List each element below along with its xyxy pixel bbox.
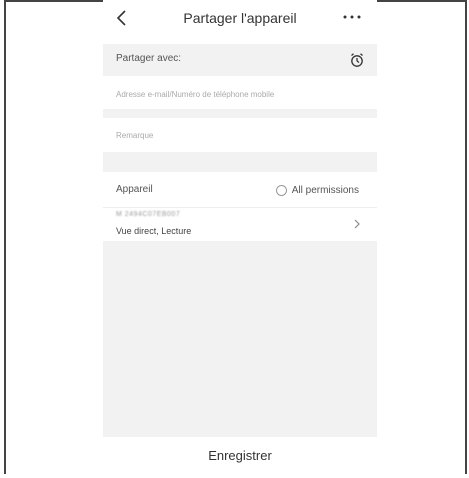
chevron-right-icon	[354, 219, 360, 229]
empty-content-area	[103, 241, 377, 437]
device-section-label: Appareil	[116, 184, 153, 195]
radio-unchecked-icon[interactable]	[275, 184, 287, 196]
note-input[interactable]	[116, 128, 356, 142]
share-with-row: Partager avec:	[103, 44, 377, 76]
device-permissions: Vue direct, Lecture	[116, 226, 192, 236]
save-button[interactable]: Enregistrer	[103, 437, 377, 474]
all-permissions-toggle[interactable]: All permissions	[275, 183, 359, 197]
email-phone-row	[103, 78, 377, 109]
timer-icon[interactable]	[349, 52, 365, 68]
device-header-row: Appareil All permissions	[103, 174, 377, 207]
more-horizontal-icon[interactable]	[341, 10, 363, 24]
section-separator	[103, 109, 377, 118]
section-separator	[103, 152, 377, 172]
device-serial: M 2494C07EB007	[116, 211, 181, 218]
top-bar: Partager l'appareil	[103, 4, 377, 34]
all-permissions-label: All permissions	[291, 184, 359, 196]
email-phone-input[interactable]	[116, 86, 366, 102]
page-title: Partager l'appareil	[183, 10, 297, 26]
note-row	[103, 118, 377, 152]
device-list-item[interactable]: M 2494C07EB007 Vue direct, Lecture	[103, 207, 377, 240]
share-device-screen: Partager l'appareil Partager avec: Appar…	[103, 0, 377, 478]
share-with-label: Partager avec:	[116, 53, 182, 64]
